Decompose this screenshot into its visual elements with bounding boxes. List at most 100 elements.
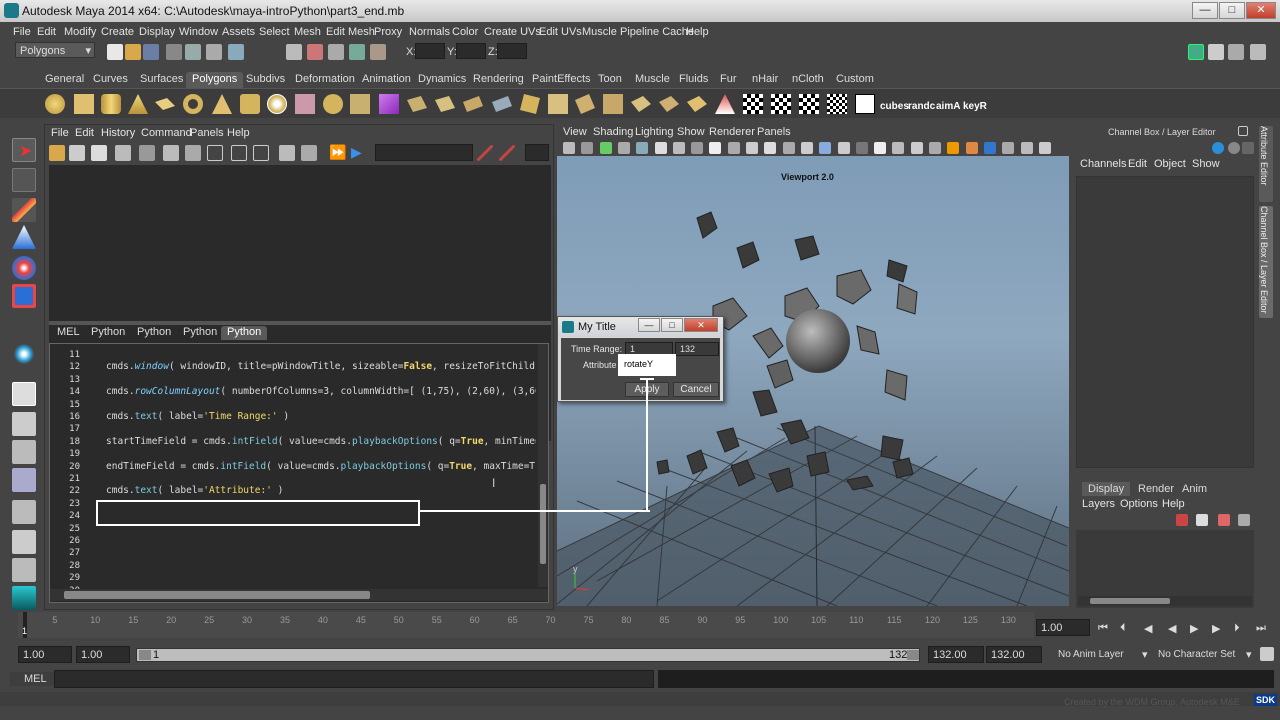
go-to-end-icon[interactable]: ⏭ bbox=[1256, 622, 1266, 635]
shelf-tab-polygons[interactable]: Polygons bbox=[186, 72, 244, 88]
viewport-menu-show[interactable]: Show bbox=[677, 126, 705, 138]
shelf-button-keyr[interactable]: keyR bbox=[963, 101, 987, 112]
tab-python-4[interactable]: Python bbox=[221, 326, 268, 340]
safe-title-icon[interactable] bbox=[746, 142, 758, 154]
menu-display[interactable]: Display bbox=[139, 26, 175, 38]
single-perspective-layout-icon[interactable] bbox=[12, 382, 36, 406]
show-line-numbers-icon[interactable] bbox=[139, 145, 155, 161]
playback-end-field[interactable]: 132.00 bbox=[928, 646, 984, 663]
shelf-tab-curves[interactable]: Curves bbox=[87, 72, 134, 88]
poly-cylinder-icon[interactable] bbox=[101, 94, 121, 114]
script-menu-edit[interactable]: Edit bbox=[75, 127, 94, 139]
end-time-field[interactable]: 132 bbox=[675, 342, 719, 356]
poly-soccer-ball-icon[interactable] bbox=[267, 94, 287, 114]
clear-all-icon[interactable] bbox=[279, 145, 295, 161]
dialog-minimize-button[interactable]: — bbox=[638, 318, 660, 332]
echo-all-icon[interactable] bbox=[115, 145, 131, 161]
channel-menu-show[interactable]: Show bbox=[1192, 158, 1220, 170]
boolean-difference-icon[interactable] bbox=[435, 96, 455, 112]
poly-cube-icon[interactable] bbox=[74, 94, 94, 114]
range-slider-left-handle[interactable] bbox=[139, 650, 151, 660]
shelf-tab-fur[interactable]: Fur bbox=[714, 72, 743, 88]
scrollbar-thumb[interactable] bbox=[64, 591, 370, 599]
film-gate-icon[interactable] bbox=[654, 142, 667, 154]
show-input-icon[interactable] bbox=[231, 145, 247, 161]
script-menu-history[interactable]: History bbox=[101, 127, 135, 139]
show-both-icon[interactable] bbox=[253, 145, 269, 161]
shelf-tab-deformation[interactable]: Deformation bbox=[289, 72, 361, 88]
execute-all-icon[interactable]: ⏩ bbox=[329, 145, 346, 161]
shelf-button-aima[interactable]: aimA bbox=[936, 101, 960, 112]
isolate-select-icon[interactable] bbox=[947, 142, 960, 154]
channel-menu-object[interactable]: Object bbox=[1154, 158, 1186, 170]
command-list-icon[interactable] bbox=[301, 145, 317, 161]
step-forward-key-icon[interactable]: ▶ bbox=[1212, 622, 1220, 635]
layer-tab-display[interactable]: Display bbox=[1082, 482, 1131, 496]
scale-tool-icon[interactable] bbox=[12, 284, 36, 308]
channel-help-icon[interactable] bbox=[1212, 142, 1224, 154]
shelf-tab-rendering[interactable]: Rendering bbox=[467, 72, 530, 88]
poly-pipe-icon[interactable] bbox=[240, 94, 260, 114]
outliner-layout-icon[interactable] bbox=[12, 558, 36, 582]
select-hierarchy-icon[interactable] bbox=[166, 44, 182, 60]
mask-icon[interactable] bbox=[228, 44, 244, 60]
bookmark-icon[interactable] bbox=[599, 142, 612, 154]
ipr-render-icon[interactable] bbox=[370, 44, 386, 60]
character-set-dropdown[interactable]: No Character Set ▾ bbox=[1154, 646, 1258, 663]
shelf-tab-nhair[interactable]: nHair bbox=[746, 72, 784, 88]
save-script-icon[interactable] bbox=[91, 145, 107, 161]
extract-icon[interactable] bbox=[350, 94, 370, 114]
range-slider-right-handle[interactable] bbox=[907, 650, 919, 660]
layer-tab-anim[interactable]: Anim bbox=[1178, 482, 1211, 496]
code-line[interactable]: endTimeField = cmds.intField( value=cmds… bbox=[106, 461, 536, 472]
dialog-close-button[interactable]: ✕ bbox=[684, 318, 718, 332]
shelf-tab-painteffects[interactable]: PaintEffects bbox=[526, 72, 597, 88]
y-field[interactable] bbox=[456, 43, 486, 59]
shadows-icon[interactable] bbox=[855, 142, 868, 154]
menu-help[interactable]: Help bbox=[686, 26, 709, 38]
shelf-tab-subdivs[interactable]: Subdivs bbox=[240, 72, 291, 88]
menu-select[interactable]: Select bbox=[259, 26, 290, 38]
mirror-geometry-icon[interactable] bbox=[492, 96, 512, 112]
code-line[interactable]: cmds.rowColumnLayout( numberOfColumns=3,… bbox=[106, 386, 536, 397]
two-sided-lighting-icon[interactable] bbox=[1020, 142, 1033, 154]
menu-modify[interactable]: Modify bbox=[64, 26, 96, 38]
script-search-field[interactable] bbox=[375, 144, 473, 161]
layer-menu-options[interactable]: Options bbox=[1120, 498, 1158, 510]
uv-cylindrical-icon[interactable] bbox=[771, 94, 791, 114]
smooth-icon[interactable] bbox=[379, 94, 399, 114]
menu-edit-mesh[interactable]: Edit Mesh bbox=[326, 26, 375, 38]
step-back-icon[interactable]: ⏴ bbox=[1120, 622, 1126, 635]
split-polygon-icon[interactable] bbox=[603, 94, 623, 114]
layer-tab-render[interactable]: Render bbox=[1134, 482, 1178, 496]
menu-window[interactable]: Window bbox=[179, 26, 218, 38]
merge-vertices-icon[interactable] bbox=[687, 96, 707, 112]
shelf-button-randc[interactable]: randc bbox=[908, 101, 935, 112]
menu-assets[interactable]: Assets bbox=[222, 26, 255, 38]
default-material-icon[interactable] bbox=[800, 142, 813, 154]
editor-horizontal-scrollbar[interactable] bbox=[50, 589, 548, 601]
show-history-icon[interactable] bbox=[207, 145, 223, 161]
script-menu-file[interactable]: File bbox=[51, 127, 69, 139]
code-line[interactable]: cmds.text( label='Time Range:' ) bbox=[106, 411, 536, 422]
viewport-menu-renderer[interactable]: Renderer bbox=[709, 126, 755, 138]
smooth-shade-icon[interactable] bbox=[782, 142, 795, 154]
anti-aliasing-icon[interactable] bbox=[910, 142, 923, 154]
close-button[interactable]: ✕ bbox=[1246, 2, 1276, 19]
script-menu-help[interactable]: Help bbox=[227, 127, 250, 139]
image-plane-icon[interactable] bbox=[617, 142, 630, 154]
new-layer-icon[interactable] bbox=[1176, 514, 1188, 526]
animation-start-field[interactable]: 1.00 bbox=[18, 646, 72, 663]
maximize-button[interactable]: □ bbox=[1219, 2, 1245, 19]
open-script-icon[interactable] bbox=[49, 145, 65, 161]
append-polygon-icon[interactable] bbox=[575, 94, 595, 114]
channel-list[interactable] bbox=[1076, 176, 1254, 468]
menu-muscle[interactable]: Muscle bbox=[582, 26, 617, 38]
offset-edge-loop-icon[interactable] bbox=[659, 96, 679, 112]
bridge-icon[interactable] bbox=[548, 94, 568, 114]
shelf-tab-muscle[interactable]: Muscle bbox=[629, 72, 676, 88]
poly-plane-icon[interactable] bbox=[155, 98, 175, 110]
menu-proxy[interactable]: Proxy bbox=[374, 26, 402, 38]
tab-python-2[interactable]: Python bbox=[131, 326, 177, 340]
scrollbar-thumb[interactable] bbox=[1090, 598, 1170, 604]
